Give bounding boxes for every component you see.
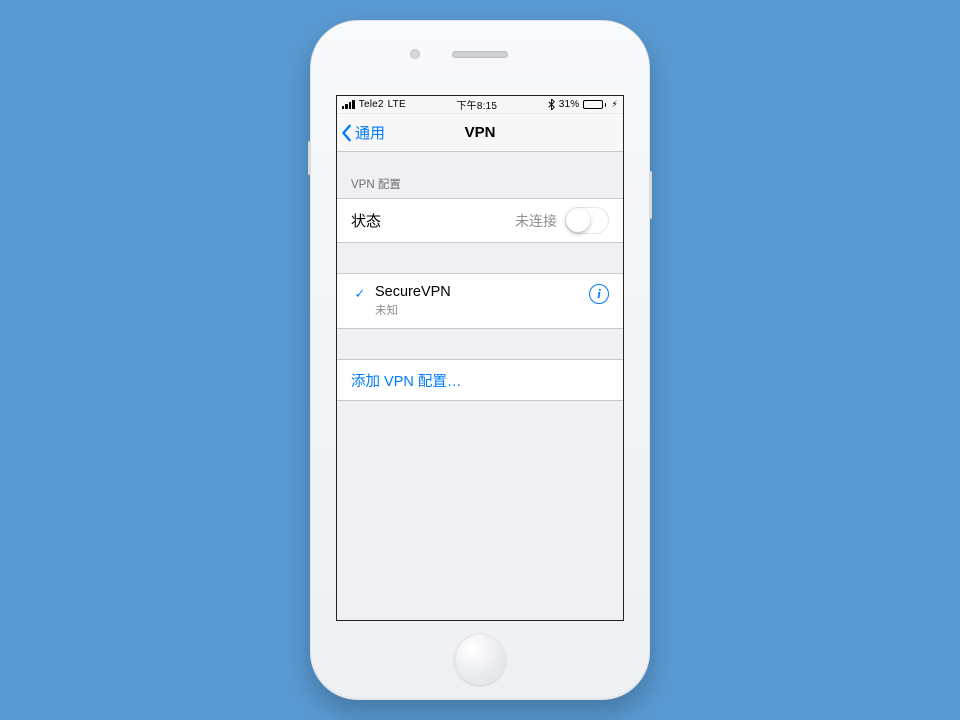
vpn-toggle[interactable] [565, 207, 609, 234]
charging-icon: ⚡︎ [611, 99, 618, 110]
signal-bars-icon [342, 100, 355, 109]
home-button[interactable] [454, 633, 506, 685]
vpn-list-group: ✓ SecureVPN 未知 i [337, 273, 623, 329]
status-label: 状态 [351, 210, 381, 231]
battery-pct-label: 31% [559, 99, 580, 110]
chevron-left-icon [341, 124, 353, 142]
status-value: 未连接 [515, 211, 557, 231]
status-row: 状态 未连接 [337, 199, 623, 242]
status-right: 31% ⚡︎ [548, 99, 618, 110]
info-icon: i [589, 284, 609, 304]
battery-icon [583, 100, 606, 109]
add-vpn-config-label: 添加 VPN 配置… [351, 370, 461, 391]
device-screen: Tele2 LTE 下午8:15 31% ⚡︎ [336, 95, 624, 621]
add-vpn-config-button[interactable]: 添加 VPN 配置… [337, 360, 623, 400]
vpn-item-name: SecureVPN [375, 284, 451, 301]
status-left: Tele2 LTE [342, 99, 406, 110]
vpn-item[interactable]: ✓ SecureVPN 未知 i [337, 274, 623, 328]
check-icon: ✓ [351, 284, 369, 302]
vpn-item-text: SecureVPN 未知 [375, 284, 451, 318]
back-button[interactable]: 通用 [341, 114, 385, 151]
vpn-info-button[interactable]: i [589, 284, 609, 304]
status-bar: Tele2 LTE 下午8:15 31% ⚡︎ [337, 96, 623, 114]
speaker-grill [452, 51, 508, 58]
status-group: 状态 未连接 [337, 198, 623, 243]
network-label: LTE [388, 99, 406, 110]
nav-bar: 通用 VPN [337, 114, 623, 152]
page-title: VPN [465, 124, 496, 141]
settings-content[interactable]: VPN 配置 状态 未连接 ✓ SecureVPN 未知 [337, 152, 623, 620]
bluetooth-icon [548, 99, 555, 110]
vpn-item-subtitle: 未知 [375, 302, 451, 318]
section-header-vpn-config: VPN 配置 [337, 152, 623, 198]
back-label: 通用 [355, 122, 385, 143]
add-config-group: 添加 VPN 配置… [337, 359, 623, 401]
phone-frame: Tele2 LTE 下午8:15 31% ⚡︎ [310, 20, 650, 700]
carrier-label: Tele2 [359, 99, 384, 110]
front-camera [410, 49, 420, 59]
clock-label: 下午8:15 [456, 97, 497, 112]
phone-earpiece [311, 49, 649, 59]
